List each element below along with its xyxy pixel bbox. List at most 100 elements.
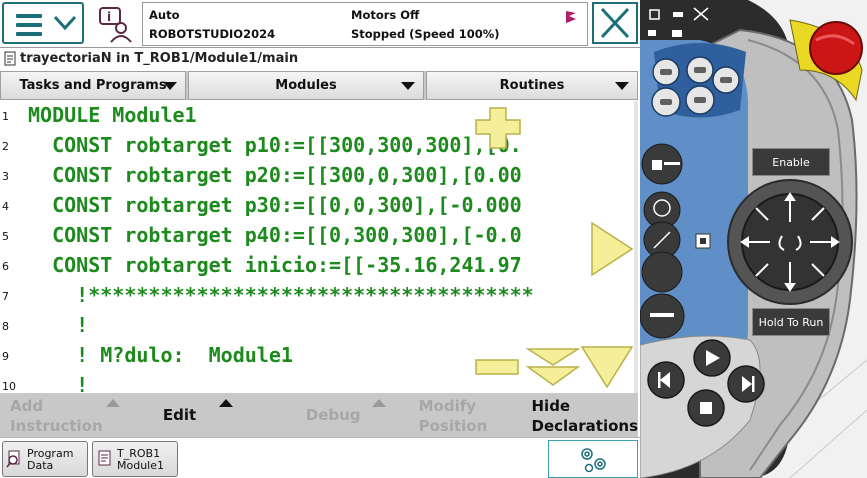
close-icon — [600, 7, 630, 39]
abb-menu-button[interactable] — [2, 2, 84, 44]
edit-button[interactable]: Edit — [113, 393, 266, 437]
line-number: 8 — [2, 320, 9, 333]
enable-button[interactable]: Enable — [752, 148, 830, 176]
tab-label: Tasks and Programs — [19, 78, 167, 93]
line-number: 3 — [2, 170, 9, 183]
motors-state: Motors Off — [351, 8, 420, 22]
button-label-line1: Hide — [531, 397, 571, 415]
code-line[interactable]: 3 CONST robtarget p20:=[[300,0,300],[0.0… — [0, 161, 638, 191]
code-line[interactable]: 7 !************************************* — [0, 281, 638, 311]
code-text: CONST robtarget inicio:=[[-35.16,241.97 — [28, 253, 522, 277]
virtual-flexpendant — [640, 0, 867, 478]
tab-modules[interactable]: Modules — [188, 71, 424, 100]
zoom-in-icon[interactable] — [474, 106, 522, 150]
button-label: Edit — [162, 406, 197, 424]
taskbar-program-data[interactable]: Program Data — [2, 441, 88, 477]
code-text: ! M?dulo: Module1 — [28, 343, 293, 367]
pin-icon[interactable] — [648, 30, 656, 36]
code-text: CONST robtarget p10:=[[300,300,300],[0. — [28, 133, 522, 157]
gears-icon — [581, 448, 606, 473]
breadcrumb: trayectoriaN in T_ROB1/Module1/main — [0, 48, 640, 70]
code-text: MODULE Module1 — [28, 103, 197, 127]
taskbar-label-line2: Module1 — [117, 459, 164, 472]
line-number: 1 — [2, 110, 9, 123]
modify-position-button[interactable]: Modify Position — [409, 393, 522, 437]
dropdown-arrow-icon — [401, 82, 415, 90]
add-instruction-button[interactable]: Add Instruction — [0, 393, 120, 437]
button-label: Debug — [305, 406, 361, 424]
page-down-icon[interactable] — [526, 347, 580, 387]
operator-info-icon[interactable]: i — [94, 4, 136, 44]
close-button[interactable] — [592, 2, 638, 44]
button-label-line1: Modify — [418, 397, 477, 415]
taskbar-t-rob1-module1[interactable]: T_ROB1 Module1 — [92, 441, 178, 477]
code-line[interactable]: 8 ! — [0, 311, 638, 341]
robotstudio-flexpendant-window: i Auto ROBOTSTUDIO2024 Motors Off Stoppe… — [0, 0, 867, 478]
taskbar-label-line2: Data — [27, 459, 54, 472]
program-editor-icon — [4, 51, 16, 66]
button-label-line2: Instruction — [10, 417, 103, 435]
breadcrumb-text: trayectoriaN in T_ROB1/Module1/main — [20, 51, 299, 66]
line-number: 7 — [2, 290, 9, 303]
line-number: 4 — [2, 200, 9, 213]
status-header: i Auto ROBOTSTUDIO2024 Motors Off Stoppe… — [0, 0, 640, 48]
quickset-button[interactable] — [548, 440, 638, 478]
code-text: ! — [28, 313, 89, 337]
hold-to-run-label: Hold To Run — [758, 315, 824, 329]
program-editor-icon — [98, 450, 111, 466]
line-number: 9 — [2, 350, 9, 363]
tab-tasks-and-programs[interactable]: Tasks and Programs — [0, 71, 186, 100]
minimize-icon[interactable] — [673, 12, 683, 17]
task-bar: Program Data T_ROB1 Module1 — [0, 437, 640, 478]
hide-declarations-button[interactable]: Hide Declarations — [522, 393, 639, 437]
program-toolbar: Add Instruction Edit Debug Modify Positi… — [0, 393, 638, 437]
line-number: 6 — [2, 260, 9, 273]
dropdown-arrow-icon — [615, 82, 629, 90]
debug-button[interactable]: Debug — [266, 393, 409, 437]
dropdown-arrow-icon — [163, 82, 177, 90]
taskbar-label: T_ROB1 Module1 — [117, 448, 164, 472]
caret-up-icon — [218, 399, 233, 407]
run-state: Stopped (Speed 100%) — [351, 27, 500, 41]
camera-icon[interactable] — [672, 30, 682, 37]
hamburger-icon — [16, 14, 42, 41]
zoom-out-icon[interactable] — [474, 357, 520, 377]
tab-label: Modules — [275, 78, 337, 93]
code-line[interactable]: 2 CONST robtarget p10:=[[300,300,300],[0… — [0, 131, 638, 161]
code-line[interactable]: 4 CONST robtarget p30:=[[0,0,300],[-0.00… — [0, 191, 638, 221]
increment-button[interactable] — [641, 251, 683, 293]
svg-text:i: i — [107, 10, 111, 24]
code-text: !************************************* — [28, 283, 534, 307]
enable-label: Enable — [772, 155, 810, 169]
code-line[interactable]: 6 CONST robtarget inicio:=[[-35.16,241.9… — [0, 251, 638, 281]
hold-to-run-button[interactable]: Hold To Run — [752, 308, 830, 336]
code-line[interactable]: 1 MODULE Module1 — [0, 101, 638, 131]
event-flag-icon — [566, 11, 576, 23]
button-label-line2: Declarations — [531, 417, 639, 435]
code-line[interactable]: 5 CONST robtarget p40:=[[0,300,300],[-0.… — [0, 221, 638, 251]
taskbar-label: Program Data — [27, 448, 73, 472]
controller-name: ROBOTSTUDIO2024 — [149, 27, 276, 41]
line-number: 2 — [2, 140, 9, 153]
button-label-line2: Position — [418, 417, 488, 435]
chevron-down-icon — [53, 15, 77, 31]
editor-scrollbar[interactable] — [634, 101, 638, 393]
program-data-icon — [6, 450, 20, 468]
code-text: CONST robtarget p20:=[[300,0,300],[0.00 — [28, 163, 522, 187]
tab-label: Routines — [499, 78, 565, 93]
status-panel[interactable]: Auto ROBOTSTUDIO2024 Motors Off Stopped … — [142, 2, 588, 46]
line-number: 10 — [2, 380, 16, 393]
tab-routines[interactable]: Routines — [426, 71, 638, 100]
editor-tabs: Tasks and Programs Modules Routines — [0, 71, 638, 100]
code-text: CONST robtarget p40:=[[0,300,300],[-0.0 — [28, 223, 522, 247]
caret-up-icon — [371, 399, 386, 407]
code-text: CONST robtarget p30:=[[0,0,300],[-0.000 — [28, 193, 522, 217]
code-editor[interactable]: 1 MODULE Module1 2 CONST robtarget p10:=… — [0, 101, 638, 393]
scroll-down-icon[interactable] — [580, 345, 634, 389]
button-label-line1: Add — [10, 397, 44, 415]
mode-text: Auto — [149, 8, 180, 22]
scroll-right-icon[interactable] — [588, 221, 634, 277]
stop-icon — [700, 402, 712, 414]
code-text: ! — [28, 373, 89, 393]
line-number: 5 — [2, 230, 9, 243]
